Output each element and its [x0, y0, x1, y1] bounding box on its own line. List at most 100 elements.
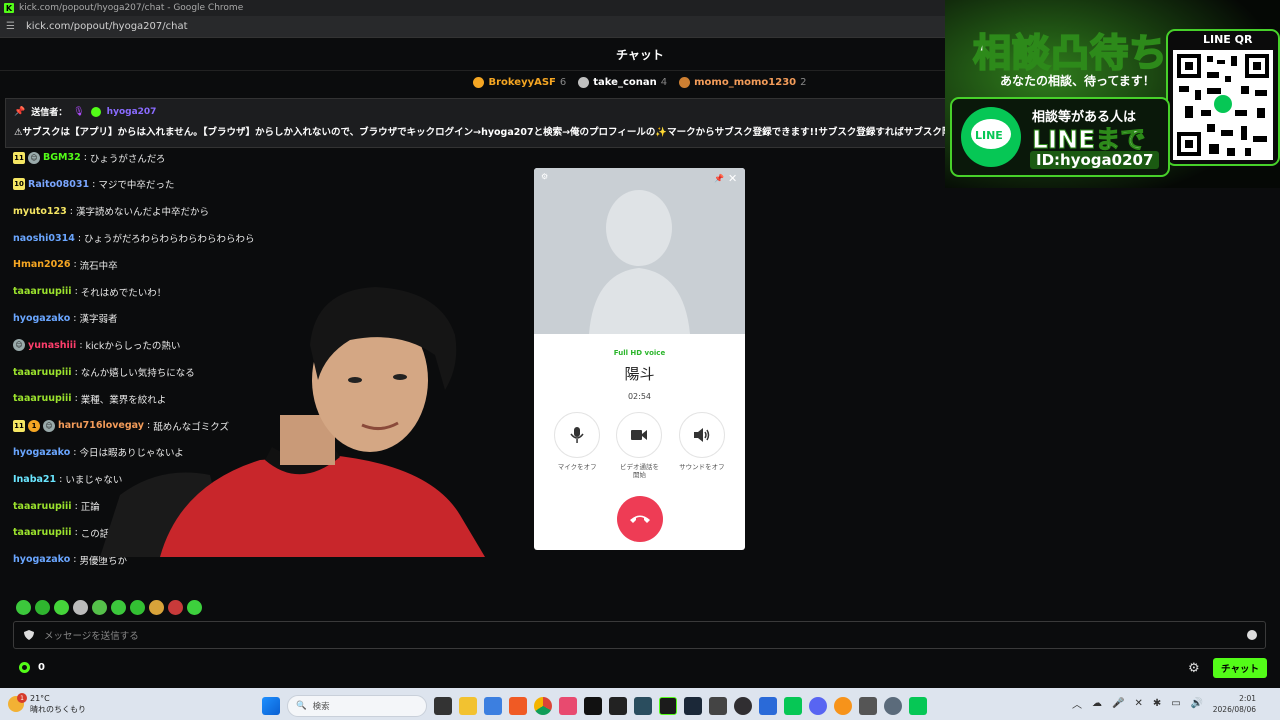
emote-icon[interactable]	[73, 600, 88, 615]
contact-photo: ⚙ 📌 ✕	[534, 168, 745, 334]
chat-username[interactable]: hyogazako	[13, 313, 70, 324]
chrome-icon[interactable]	[534, 697, 552, 715]
chat-message-input[interactable]: メッセージを送信する	[13, 621, 1266, 649]
app-icon[interactable]	[759, 697, 777, 715]
chat-colon: :	[74, 527, 78, 539]
emote-icon[interactable]	[92, 600, 107, 615]
line-icon[interactable]	[784, 697, 802, 715]
leaderboard-user[interactable]: momo_momo1230	[694, 77, 796, 88]
pinned-message: 📌 送信者： 🎙 hyoga207 ⚠サブスクは【アプリ】からは入れません。【ブ…	[5, 98, 1005, 148]
banner-line-id: ID:hyoga0207	[1030, 151, 1160, 169]
chat-message: Hman2026: 流石中卒	[13, 258, 118, 272]
cloud-icon[interactable]: ☁	[1092, 698, 1102, 709]
clock-date: 2026/08/06	[1212, 705, 1256, 715]
leaderboard-user[interactable]: BrokeyyASF	[488, 77, 555, 88]
emote-icon[interactable]	[111, 600, 126, 615]
chat-username[interactable]: Raito08031	[28, 179, 89, 190]
window-title: kick.com/popout/hyoga207/chat - Google C…	[19, 3, 244, 13]
weather-notification-badge: 1	[17, 693, 27, 704]
file-explorer-icon[interactable]	[459, 697, 477, 715]
leaderboard-entry[interactable]: BrokeyyASF 6	[473, 72, 566, 92]
mute-mic-button[interactable]: マイクをオフ	[552, 412, 602, 480]
chat-username[interactable]: hyogazako	[13, 554, 70, 565]
chat-username[interactable]: taaaruupiii	[13, 393, 72, 404]
obs-icon[interactable]	[734, 697, 752, 715]
chat-username[interactable]: Inaba21	[13, 474, 56, 485]
chat-username[interactable]: taaaruupiii	[13, 501, 72, 512]
weather-widget[interactable]: 1 21°C 晴れのちくもり	[8, 693, 86, 715]
settings-gear-icon[interactable]: ⚙	[541, 172, 548, 181]
chat-username[interactable]: Hman2026	[13, 259, 70, 270]
chat-colon: :	[74, 393, 78, 405]
leaderboard-user[interactable]: take_conan	[593, 77, 656, 88]
steam-icon[interactable]	[684, 697, 702, 715]
emote-icon[interactable]	[16, 600, 31, 615]
speaker-icon	[693, 428, 710, 442]
site-settings-icon[interactable]: ☰	[6, 21, 18, 33]
leaderboard-entry[interactable]: momo_momo1230 2	[679, 72, 807, 92]
discord-icon[interactable]	[809, 697, 827, 715]
chat-username[interactable]: taaaruupiii	[13, 367, 72, 378]
app-icon[interactable]	[859, 697, 877, 715]
call-quality: Full HD voice	[613, 349, 666, 357]
emote-icon[interactable]	[130, 600, 145, 615]
chat-username[interactable]: yunashiii	[28, 340, 76, 351]
app-icon[interactable]	[609, 697, 627, 715]
chat-username[interactable]: naoshi0314	[13, 233, 75, 244]
volume-icon[interactable]: 🔊	[1191, 698, 1203, 709]
app-icon[interactable]	[709, 697, 727, 715]
app-icon[interactable]	[834, 697, 852, 715]
windows-start-icon[interactable]	[262, 697, 280, 715]
emoji-picker-icon[interactable]	[1247, 630, 1257, 640]
app-icon[interactable]	[659, 697, 677, 715]
tiktok-icon[interactable]	[584, 697, 602, 715]
app-icon[interactable]	[634, 697, 652, 715]
channel-points[interactable]: 0	[19, 662, 45, 673]
app-icon[interactable]	[559, 697, 577, 715]
url-text[interactable]: kick.com/popout/hyoga207/chat	[26, 21, 188, 32]
start-video-label: ビデオ通話を開始	[619, 463, 659, 480]
chat-message: naoshi0314: ひょうがだろわらわらわらわらわらわら	[13, 231, 255, 246]
chat-text: ひょうがだろわらわらわらわらわらわら	[84, 234, 255, 245]
leaderboard-entry[interactable]: take_conan 4	[578, 72, 667, 92]
pin-window-icon[interactable]: 📌	[714, 174, 724, 183]
rank-medal-icon	[578, 76, 590, 88]
chat-username[interactable]: myuto123	[13, 206, 67, 217]
hang-up-button[interactable]	[617, 496, 663, 542]
chat-username[interactable]: BGM32	[43, 152, 81, 163]
taskbar-search[interactable]: 🔍 検索	[287, 695, 427, 717]
pinned-text: ⚠サブスクは【アプリ】からは入れません。【ブラウザ】からしか入れないので、ブラウ…	[14, 127, 961, 138]
app-icon[interactable]	[484, 697, 502, 715]
chevron-up-icon[interactable]: ︿	[1072, 696, 1082, 711]
app-tray-icon[interactable]: ✕	[1134, 698, 1142, 709]
start-video-button[interactable]: ビデオ通話を開始	[614, 412, 664, 480]
chat-username[interactable]: hyogazako	[13, 447, 70, 458]
chat-settings-gear-icon[interactable]: ⚙	[1188, 661, 1200, 676]
network-icon[interactable]: ▭	[1171, 698, 1180, 709]
emote-icon[interactable]	[187, 600, 202, 615]
subscriber-badge: 11	[13, 419, 25, 432]
microphone-icon[interactable]: 🎤	[1112, 698, 1124, 709]
emote-quick-bar	[16, 600, 202, 615]
bluetooth-icon[interactable]: ✱	[1153, 698, 1161, 709]
chat-message: 11 ☺ BGM32: ひょうがさんだろ	[13, 151, 165, 165]
pinned-sender[interactable]: hyoga207	[107, 107, 157, 117]
clock-time: 2:01	[1239, 694, 1256, 703]
emote-icon[interactable]	[168, 600, 183, 615]
mic-icon	[570, 427, 584, 443]
chat-username[interactable]: taaaruupiii	[13, 286, 72, 297]
mute-mic-label: マイクをオフ	[557, 463, 597, 471]
emote-icon[interactable]	[149, 600, 164, 615]
send-chat-button[interactable]: チャット	[1213, 658, 1267, 678]
line-icon[interactable]	[909, 697, 927, 715]
chat-username[interactable]: taaaruupiii	[13, 527, 72, 538]
settings-icon[interactable]	[884, 697, 902, 715]
mute-sound-button[interactable]: サウンドをオフ	[677, 412, 727, 480]
emote-icon[interactable]	[54, 600, 69, 615]
leaderboard-count: 4	[660, 76, 668, 88]
brave-browser-icon[interactable]	[509, 697, 527, 715]
taskbar-clock[interactable]: 2:01 2026/08/06	[1213, 693, 1256, 716]
emote-icon[interactable]	[35, 600, 50, 615]
task-view-icon[interactable]	[434, 697, 452, 715]
close-icon[interactable]: ✕	[728, 173, 737, 184]
